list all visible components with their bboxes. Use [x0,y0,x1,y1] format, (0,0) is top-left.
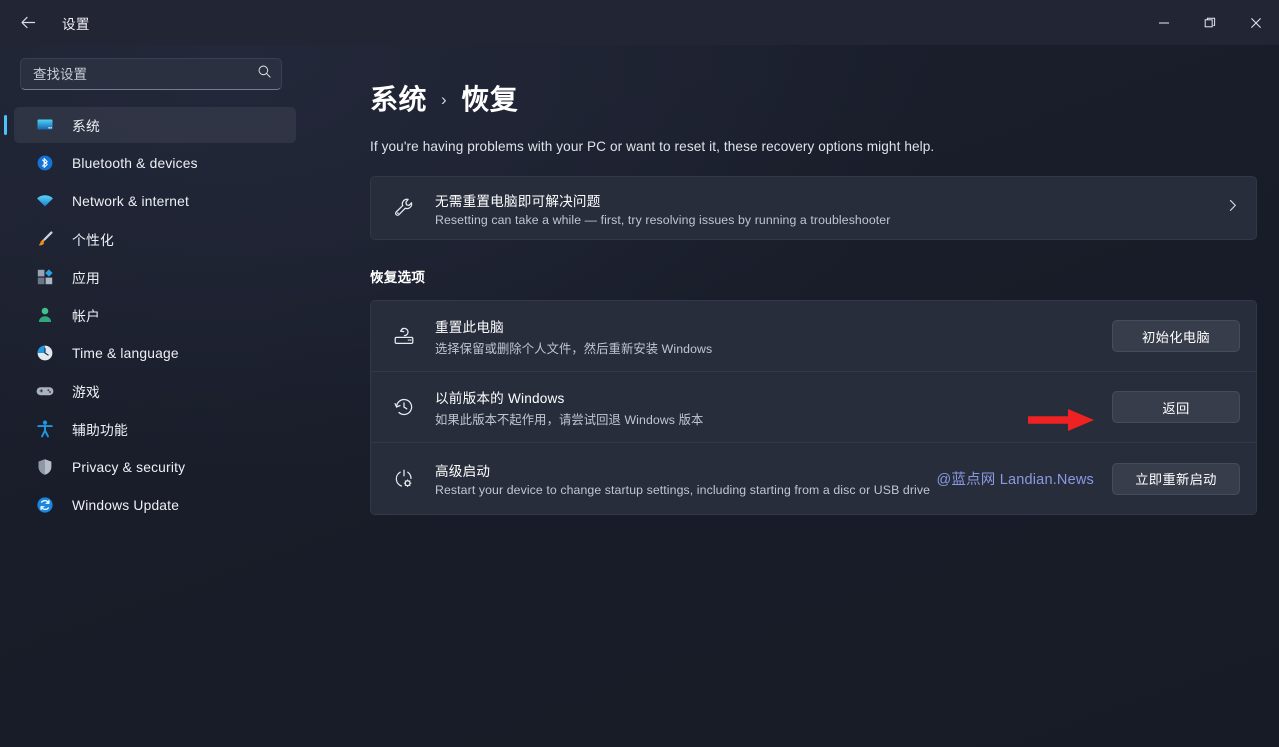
breadcrumb-current: 恢复 [461,84,519,115]
search-container [20,58,282,90]
sidebar-item-network-internet[interactable]: Network & internet [14,183,296,219]
watermark-label: @蓝点网 Landian.News [936,472,1094,488]
breadcrumb: 系统 › 恢复 [370,78,1257,118]
arrow-left-icon [21,16,35,29]
sidebar-item-label: 辅助功能 [72,423,128,438]
sidebar: 系统 Bluetooth & devices [0,45,310,747]
update-icon [34,494,56,516]
accessibility-icon [34,418,56,440]
sidebar-item-accounts[interactable]: 帐户 [14,297,296,333]
sidebar-item-label: Network & internet [72,193,190,209]
chevron-right-icon [1225,198,1240,218]
sidebar-item-label: 系统 [72,119,100,134]
banner-text: 无需重置电脑即可解决问题 Resetting can take a while … [435,190,1215,227]
minimize-icon [1159,22,1169,23]
back-button[interactable] [6,7,50,39]
maximize-button[interactable] [1187,0,1233,45]
sidebar-item-bluetooth-devices[interactable]: Bluetooth & devices [14,145,296,181]
sidebar-item-label: Privacy & security [72,459,186,475]
sidebar-nav: 系统 Bluetooth & devices Network & interne… [0,102,296,523]
shield-icon [34,456,56,478]
option-row-reset-pc: 重置此电脑 选择保留或删除个人文件，然后重新安装 Windows 初始化电脑 [371,301,1256,372]
go-back-button[interactable]: 返回 [1112,391,1240,423]
option-description: 如果此版本不起作用，请尝试回退 Windows 版本 [435,412,704,427]
banner-description: Resetting can take a while — first, try … [435,212,891,227]
sidebar-item-label: 帐户 [72,309,100,324]
page-subtitle: If you're having problems with your PC o… [370,139,935,154]
restart-now-button[interactable]: 立即重新启动 [1112,462,1240,495]
search-input[interactable] [20,58,282,90]
option-description: 选择保留或删除个人文件，然后重新安装 Windows [435,341,713,356]
option-title: 重置此电脑 [435,319,504,335]
option-title: 以前版本的 Windows [435,390,565,406]
reset-pc-button[interactable]: 初始化电脑 [1112,320,1240,352]
option-text: 重置此电脑 选择保留或删除个人文件，然后重新安装 Windows [435,316,1112,357]
title-bar: 设置 [0,0,1279,45]
paintbrush-icon [34,228,56,250]
sidebar-item-privacy-security[interactable]: Privacy & security [14,449,296,485]
option-description: Restart your device to change startup se… [435,483,931,497]
close-icon [1251,17,1261,28]
clock-icon [34,342,56,364]
window-body: 系统 Bluetooth & devices [0,45,1279,747]
close-button[interactable] [1233,0,1279,45]
sidebar-item-label: Bluetooth & devices [72,155,198,171]
recovery-options-group: 重置此电脑 选择保留或删除个人文件，然后重新安装 Windows 初始化电脑 以… [370,300,1257,515]
settings-window: 设置 查找设置 系统 Bluetooth & devices Network &… [0,0,1279,747]
window-title: 设置 [62,16,90,32]
option-title: 高级启动 [435,464,491,479]
wrench-icon [389,196,419,220]
option-row-advanced-startup: 高级启动 Restart your device to change start… [371,443,1256,514]
reset-pc-icon [389,324,419,348]
main-content: 系统 › 恢复 If you're having problems with y… [310,45,1279,747]
option-text: 以前版本的 Windows 如果此版本不起作用，请尝试回退 Windows 版本 [435,387,1112,428]
person-icon [34,304,56,326]
bluetooth-icon [34,152,56,174]
sidebar-item-label: 应用 [72,271,100,286]
option-row-go-back: 以前版本的 Windows 如果此版本不起作用，请尝试回退 Windows 版本… [371,372,1256,443]
troubleshooter-banner[interactable]: 无需重置电脑即可解决问题 Resetting can take a while … [370,176,1257,240]
gamepad-icon [34,380,56,402]
sidebar-item-windows-update[interactable]: Windows Update [14,487,296,523]
apps-icon [34,266,56,288]
sidebar-item-personalization[interactable]: 个性化 [14,221,296,257]
option-text: 高级启动 Restart your device to change start… [435,460,936,497]
restore-icon [1204,17,1216,27]
wifi-icon [34,190,56,212]
banner-title: 无需重置电脑即可解决问题 [435,193,601,209]
minimize-button[interactable] [1141,0,1187,45]
sidebar-item-label: 个性化 [72,233,114,248]
sidebar-item-accessibility[interactable]: 辅助功能 [14,411,296,447]
history-icon [389,395,419,419]
breadcrumb-root[interactable]: 系统 [370,78,427,118]
sidebar-item-time-language[interactable]: Time & language [14,335,296,371]
chevron-right-icon: › [441,90,448,109]
sidebar-item-system[interactable]: 系统 [4,107,296,143]
section-label-recovery-options: 恢复选项 [370,270,426,285]
monitor-icon [34,114,56,136]
sidebar-item-apps[interactable]: 应用 [14,259,296,295]
sidebar-item-label: 游戏 [72,385,100,400]
sidebar-item-label: Time & language [72,345,179,361]
sidebar-item-gaming[interactable]: 游戏 [14,373,296,409]
power-gear-icon [389,467,419,491]
sidebar-item-label: Windows Update [72,497,180,513]
